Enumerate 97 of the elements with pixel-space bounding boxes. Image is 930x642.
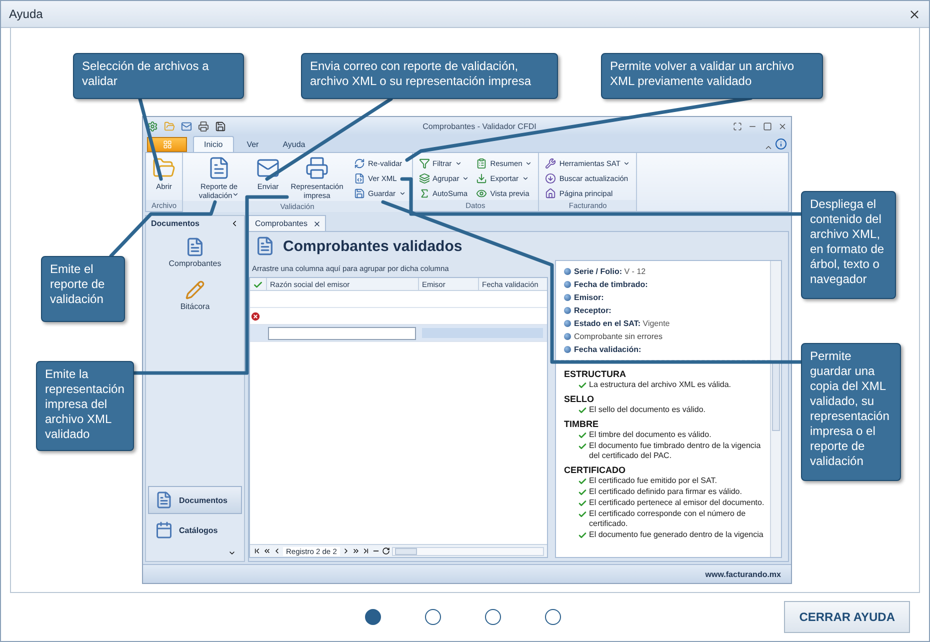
clipboard-icon — [476, 158, 488, 168]
scrollbar[interactable] — [770, 261, 781, 557]
check-message: El certificado corresponde con el número de certificado. — [589, 509, 747, 529]
check-message: El sello del documento es válido. — [589, 405, 706, 415]
home-icon — [545, 188, 556, 198]
check-message: El certificado definido para firmar es válido. — [589, 487, 742, 497]
page-dot[interactable] — [424, 609, 441, 625]
panel-title: Documentos — [151, 219, 200, 228]
bullet-icon — [564, 333, 571, 340]
check-message: El certificado pertenece al emisor del documento. — [589, 498, 764, 508]
layers-icon — [418, 172, 430, 184]
check-message: El documento fue generado dentro de la vigencia — [589, 530, 764, 540]
menu-icon — [162, 140, 172, 149]
check-message: El timbre del documento es válido. — [589, 430, 712, 440]
printer-icon[interactable] — [198, 120, 209, 132]
table-row[interactable] — [250, 325, 547, 342]
summary-line: Serie / Folio: V - 12 — [574, 267, 646, 276]
download-icon — [476, 172, 488, 184]
check-icon — [253, 280, 263, 290]
bullet-icon — [564, 268, 571, 275]
callout: Permite volver a validar un archivo XML previamente validado — [601, 53, 823, 99]
last-icon[interactable] — [362, 547, 370, 555]
save-icon[interactable] — [215, 120, 226, 132]
nav-section-button[interactable]: Documentos — [148, 486, 242, 514]
redo-icon[interactable] — [382, 547, 390, 555]
check-icon — [578, 406, 587, 415]
summary-line: Emisor: — [574, 293, 604, 302]
section-title: ESTRUCTURA — [564, 369, 627, 379]
summary-line: Fecha validación: — [574, 345, 642, 354]
summary-line: Fecha de timbrado: — [574, 280, 648, 289]
check-message: El certificado fue emitido por el SAT. — [589, 476, 717, 486]
caret-icon[interactable] — [228, 549, 236, 557]
calendar-icon — [155, 521, 173, 539]
page-dot[interactable] — [364, 609, 381, 625]
callout: Despliega el contenido del archivo XML, en formato de árbol, texto o navegador — [801, 191, 896, 299]
page-dot[interactable] — [544, 609, 561, 625]
summary-line: Comprobante sin errores — [574, 332, 662, 341]
sigma-icon — [418, 188, 430, 198]
app-title: Comprobantes - Validador CFDI — [422, 122, 538, 130]
bullet-icon — [564, 346, 571, 353]
bullet-icon — [564, 294, 571, 301]
website-link[interactable]: www.facturando.mx — [705, 570, 781, 578]
callout: Emite la representación impresa del archivo XML validado — [36, 361, 134, 451]
app-menu-button[interactable] — [147, 137, 187, 152]
document-tab[interactable]: Comprobantes — [248, 215, 326, 231]
callout: Permite guardar una copia del XML validado, su representación impresa o el reporte de validación — [801, 343, 901, 481]
refresh-icon — [354, 158, 365, 168]
close-icon[interactable] — [313, 220, 322, 228]
callout: Selección de archivos a validar — [73, 53, 244, 99]
fullscreen-icon[interactable] — [733, 122, 742, 130]
eye-icon — [476, 188, 488, 198]
page-heading: Comprobantes validados — [283, 238, 462, 254]
nav-section-button[interactable]: Catálogos — [148, 516, 242, 544]
bullet-icon — [564, 307, 571, 314]
code-file-icon — [354, 172, 365, 184]
printer-icon — [305, 156, 329, 180]
previous-page-icon[interactable] — [263, 547, 271, 555]
document-icon — [185, 237, 205, 257]
info-icon[interactable] — [775, 138, 787, 150]
ribbon-tab[interactable]: Ver — [236, 136, 270, 152]
close-icon[interactable] — [778, 122, 787, 130]
ribbon-tab[interactable]: Ayuda — [272, 136, 316, 152]
check-message: El documento fue timbrado dentro de la vigencia del certificado del PAC. — [589, 441, 762, 461]
check-message: La estructura del archivo XML es válida. — [589, 380, 731, 390]
check-icon — [578, 381, 587, 390]
check-icon — [578, 531, 587, 540]
collapse-icon[interactable] — [230, 219, 239, 228]
nav-item[interactable]: Bitácora — [146, 274, 244, 317]
close-help-button[interactable]: CERRAR AYUDA — [784, 601, 910, 633]
document-icon — [155, 491, 173, 509]
summary-line: Estado en el SAT: Vigente — [574, 319, 670, 328]
maximize-icon[interactable] — [763, 122, 772, 130]
wrench-icon — [545, 158, 556, 168]
input-field[interactable] — [268, 326, 416, 340]
first-icon[interactable] — [253, 547, 261, 555]
envelope-icon[interactable] — [181, 120, 192, 132]
bullet-icon — [564, 281, 571, 288]
summary-line: Receptor: — [574, 306, 612, 315]
section-title: CERTIFICADO — [564, 465, 626, 475]
app-logo-icon — [147, 120, 158, 132]
page-dot[interactable] — [484, 609, 501, 625]
section-title: SELLO — [564, 394, 596, 404]
close-icon[interactable] — [908, 8, 921, 20]
document-icon — [255, 236, 275, 256]
previous-icon[interactable] — [273, 547, 281, 555]
scrollbar[interactable] — [392, 546, 544, 556]
section-title: TIMBRE — [564, 419, 600, 429]
callout: Envia correo con reporte de validación, archivo XML o su representación impresa — [301, 53, 558, 99]
filter-icon — [418, 158, 430, 168]
pencil-icon — [185, 280, 205, 300]
next-page-icon[interactable] — [352, 547, 360, 555]
ribbon-tab[interactable]: Inicio — [193, 136, 234, 152]
nav-item[interactable]: Comprobantes — [146, 231, 244, 274]
window-title: Ayuda — [9, 7, 43, 21]
save-icon — [354, 188, 365, 198]
bullet-icon — [564, 320, 571, 327]
callout: Emite el reporte de validación — [41, 256, 125, 322]
